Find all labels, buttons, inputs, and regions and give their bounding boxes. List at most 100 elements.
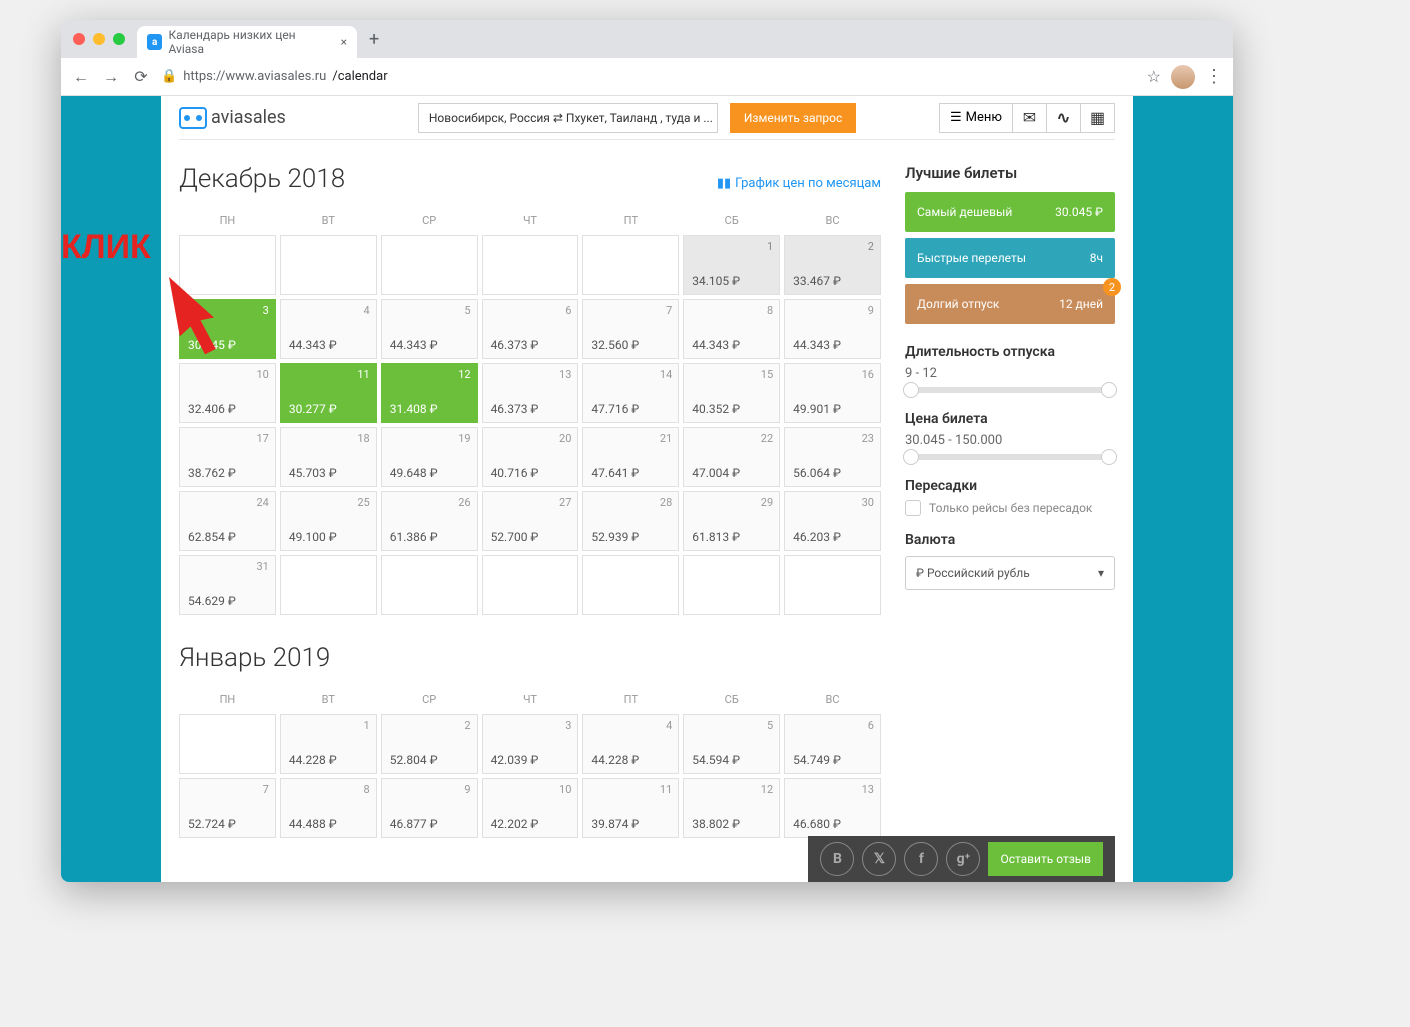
reload-button[interactable]: ⟳ — [131, 67, 151, 87]
calendar-day[interactable]: 1447.716 ₽ — [582, 363, 679, 423]
gplus-icon[interactable]: g⁺ — [946, 842, 980, 876]
day-price: 45.703 ₽ — [289, 466, 337, 480]
calendar-day — [482, 555, 579, 615]
card-title: Быстрые перелеты — [917, 251, 1026, 265]
price-chart-link[interactable]: ▮▮ График цен по месяцам — [717, 176, 881, 191]
review-button[interactable]: Оставить отзыв — [988, 842, 1103, 876]
calendar-day[interactable]: 2247.004 ₽ — [683, 427, 780, 487]
best-ticket-card[interactable]: Долгий отпуск12 дней2 — [905, 284, 1115, 324]
calendar-day — [784, 555, 881, 615]
day-price: 61.386 ₽ — [390, 530, 438, 544]
calendar-day[interactable]: 944.343 ₽ — [784, 299, 881, 359]
calendar-day[interactable]: 1649.901 ₽ — [784, 363, 881, 423]
calendar-day — [582, 555, 679, 615]
calendar-day[interactable]: 2356.064 ₽ — [784, 427, 881, 487]
calendar-day[interactable]: 646.373 ₽ — [482, 299, 579, 359]
calendar-day[interactable]: 144.228 ₽ — [280, 714, 377, 774]
calendar-day[interactable]: 1346.680 ₽ — [784, 778, 881, 838]
best-ticket-card[interactable]: Самый дешевый30.045 ₽ — [905, 192, 1115, 232]
calendar-day[interactable]: 2852.939 ₽ — [582, 491, 679, 551]
day-price: 52.939 ₽ — [591, 530, 639, 544]
calendar-day[interactable]: 1231.408 ₽ — [381, 363, 478, 423]
calendar-day[interactable]: 252.804 ₽ — [381, 714, 478, 774]
calendar-day[interactable]: 2462.854 ₽ — [179, 491, 276, 551]
calendar-day[interactable]: 654.749 ₽ — [784, 714, 881, 774]
day-price: 54.629 ₽ — [188, 594, 236, 608]
weekday-label: ПН — [179, 210, 276, 231]
back-button[interactable]: ← — [71, 67, 91, 87]
calendar-day[interactable]: 1738.762 ₽ — [179, 427, 276, 487]
duration-title: Длительность отпуска — [905, 344, 1115, 360]
currency-value: ₽ Российский рубль — [916, 566, 1030, 580]
route-field[interactable]: Новосибирск, Россия ⇄ Пхукет, Таиланд , … — [418, 103, 718, 133]
calendar-day[interactable]: 2040.716 ₽ — [482, 427, 579, 487]
calendar-day[interactable]: 444.343 ₽ — [280, 299, 377, 359]
calendar-day[interactable]: 1540.352 ₽ — [683, 363, 780, 423]
calendar-day[interactable]: 554.594 ₽ — [683, 714, 780, 774]
vk-icon[interactable]: B — [820, 842, 854, 876]
day-price: 39.874 ₽ — [591, 817, 639, 831]
change-query-button[interactable]: Изменить запрос — [730, 103, 856, 133]
day-number: 27 — [559, 496, 571, 509]
day-number: 13 — [559, 368, 571, 381]
calendar-day[interactable]: 752.724 ₽ — [179, 778, 276, 838]
card-value: 8ч — [1090, 251, 1103, 265]
maximize-window[interactable] — [113, 33, 125, 45]
calendar-day[interactable]: 2549.100 ₽ — [280, 491, 377, 551]
calendar-day[interactable]: 1238.802 ₽ — [683, 778, 780, 838]
rss-icon[interactable]: ∿ — [1047, 103, 1081, 133]
calendar-day[interactable]: 342.039 ₽ — [482, 714, 579, 774]
bookmark-icon[interactable]: ☆ — [1147, 67, 1161, 86]
day-price: 54.594 ₽ — [692, 753, 740, 767]
calendar-day[interactable]: 732.560 ₽ — [582, 299, 679, 359]
best-ticket-card[interactable]: Быстрые перелеты 8ч — [905, 238, 1115, 278]
day-price: 30.277 ₽ — [289, 402, 337, 416]
weekday-label: СБ — [683, 689, 780, 710]
logo[interactable]: aviasales — [179, 107, 286, 129]
calendar-day[interactable]: 233.467 ₽ — [784, 235, 881, 295]
day-number: 9 — [868, 304, 874, 317]
calendar-day[interactable]: 844.488 ₽ — [280, 778, 377, 838]
profile-avatar[interactable] — [1171, 65, 1195, 89]
calendar-day[interactable]: 544.343 ₽ — [381, 299, 478, 359]
hamburger-icon: ☰ — [950, 110, 962, 125]
duration-slider[interactable] — [905, 387, 1115, 393]
calendar-day[interactable]: 2752.700 ₽ — [482, 491, 579, 551]
menu-button[interactable]: ☰ Меню — [939, 103, 1013, 133]
close-tab-icon[interactable]: × — [341, 35, 347, 49]
browser-menu-icon[interactable]: ⋮ — [1205, 66, 1223, 87]
calendar-day[interactable]: 3154.629 ₽ — [179, 555, 276, 615]
forward-button[interactable]: → — [101, 67, 121, 87]
calendar-day[interactable]: 3046.203 ₽ — [784, 491, 881, 551]
calendar-day[interactable]: 2961.813 ₽ — [683, 491, 780, 551]
new-tab-button[interactable]: + — [369, 29, 379, 50]
calendar-day[interactable]: 1130.277 ₽ — [280, 363, 377, 423]
calendar-day[interactable]: 844.343 ₽ — [683, 299, 780, 359]
mail-icon[interactable]: ✉ — [1013, 103, 1047, 133]
minimize-window[interactable] — [93, 33, 105, 45]
price-slider[interactable] — [905, 454, 1115, 460]
calendar-day[interactable]: 1042.202 ₽ — [482, 778, 579, 838]
day-number: 29 — [761, 496, 773, 509]
calculator-icon[interactable]: ▦ — [1081, 103, 1115, 133]
twitter-icon[interactable]: 𝕏 — [862, 842, 896, 876]
calendar-day[interactable]: 444.228 ₽ — [582, 714, 679, 774]
stops-checkbox[interactable]: Только рейсы без пересадок — [905, 500, 1115, 516]
close-window[interactable] — [73, 33, 85, 45]
day-number: 5 — [464, 304, 470, 317]
calendar-day[interactable]: 13 46.373 ₽ — [482, 363, 579, 423]
calendar-day[interactable]: 2147.641 ₽ — [582, 427, 679, 487]
facebook-icon[interactable]: f — [904, 842, 938, 876]
browser-tab[interactable]: a Календарь низких цен Aviasa × — [137, 26, 357, 58]
calendar-day[interactable]: 134.105 ₽ — [683, 235, 780, 295]
calendar-day[interactable]: 946.877 ₽ — [381, 778, 478, 838]
calendar-day[interactable]: 1032.406 ₽ — [179, 363, 276, 423]
calendar-day[interactable]: 1139.874 ₽ — [582, 778, 679, 838]
calendar-day[interactable]: 1845.703 ₽ — [280, 427, 377, 487]
calendar-day[interactable]: 1949.648 ₽ — [381, 427, 478, 487]
url-field[interactable]: 🔒 https://www.aviasales.ru/calendar — [161, 69, 1137, 84]
day-price: 46.373 ₽ — [491, 402, 539, 416]
calendar-day[interactable]: 2661.386 ₽ — [381, 491, 478, 551]
day-number: 20 — [559, 432, 571, 445]
currency-select[interactable]: ₽ Российский рубль ▾ — [905, 556, 1115, 590]
